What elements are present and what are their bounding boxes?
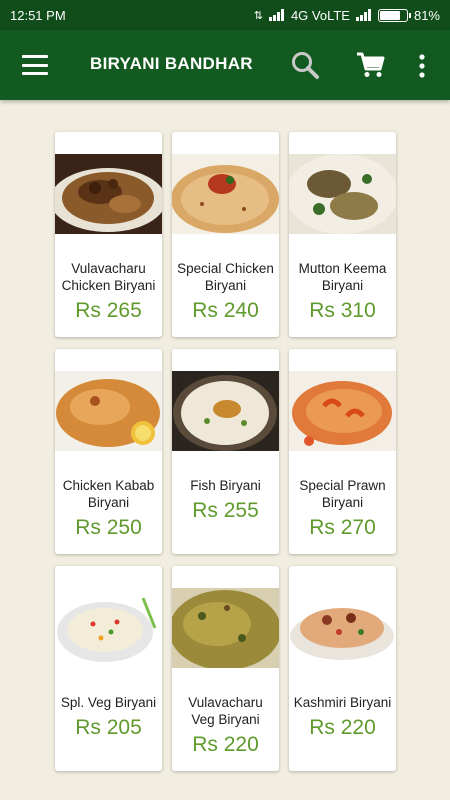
signal-icon-secondary [355, 9, 371, 21]
network-label: 4G VoLTE [290, 7, 350, 23]
dish-price: Rs 255 [192, 499, 259, 522]
status-bar: 12:51 PM ⇅ 4G VoLTE 81% [0, 0, 450, 30]
menu-card[interactable]: Kashmiri Biryani Rs 220 [289, 566, 396, 771]
dish-name: Mutton Keema Biryani [298, 261, 387, 293]
status-indicators: ⇅ 4G VoLTE 81% [254, 8, 440, 23]
status-time: 12:51 PM [10, 7, 66, 23]
dish-price: Rs 205 [75, 716, 142, 739]
dish-image [289, 588, 396, 668]
dish-name: Spl. Veg Biryani [60, 695, 157, 710]
dish-image [172, 371, 279, 451]
battery-percentage: 81% [413, 7, 440, 23]
dish-name: Special Prawn Biryani [299, 478, 386, 510]
menu-grid: Vulavacharu Chicken Biryani Rs 265 Specia… [55, 132, 396, 771]
dish-image [55, 154, 162, 234]
dish-image [172, 154, 279, 234]
data-transfer-icon: ⇅ [253, 9, 263, 22]
menu-card[interactable]: Spl. Veg Biryani Rs 205 [55, 566, 162, 771]
hamburger-menu-icon[interactable] [22, 55, 48, 75]
dish-image [55, 371, 162, 451]
dish-image [55, 588, 162, 668]
search-icon[interactable] [290, 50, 320, 80]
dish-price: Rs 220 [192, 733, 259, 756]
dish-image [289, 154, 396, 234]
more-vertical-icon[interactable] [414, 52, 430, 80]
battery-icon [377, 8, 411, 22]
menu-card[interactable]: Special Chicken Biryani Rs 240 [172, 132, 279, 337]
menu-card[interactable]: Vulavacharu Chicken Biryani Rs 265 [55, 132, 162, 337]
shopping-cart-icon[interactable] [355, 50, 385, 80]
dish-name: Fish Biryani [190, 478, 261, 493]
dish-price: Rs 265 [75, 299, 142, 322]
app-bar: BIRYANI BANDHAR [0, 30, 450, 100]
dish-price: Rs 220 [309, 716, 376, 739]
menu-card[interactable]: Chicken Kabab Biryani Rs 250 [55, 349, 162, 554]
app-title: BIRYANI BANDHAR [90, 54, 253, 73]
dish-name: Vulavacharu Chicken Biryani [61, 261, 156, 293]
dish-price: Rs 310 [309, 299, 376, 322]
dish-image [289, 371, 396, 451]
signal-icon [268, 9, 284, 21]
dish-price: Rs 240 [192, 299, 259, 322]
dish-name: Kashmiri Biryani [293, 695, 392, 710]
menu-card[interactable]: Special Prawn Biryani Rs 270 [289, 349, 396, 554]
dish-name: Special Chicken Biryani [177, 261, 274, 293]
dish-price: Rs 250 [75, 516, 142, 539]
menu-card[interactable]: Fish Biryani Rs 255 [172, 349, 279, 554]
dish-name: Chicken Kabab Biryani [62, 478, 155, 510]
menu-card[interactable]: Vulavacharu Veg Biryani Rs 220 [172, 566, 279, 771]
menu-card[interactable]: Mutton Keema Biryani Rs 310 [289, 132, 396, 337]
dish-image [172, 588, 279, 668]
dish-name: Vulavacharu Veg Biryani [188, 695, 263, 727]
dish-price: Rs 270 [309, 516, 376, 539]
